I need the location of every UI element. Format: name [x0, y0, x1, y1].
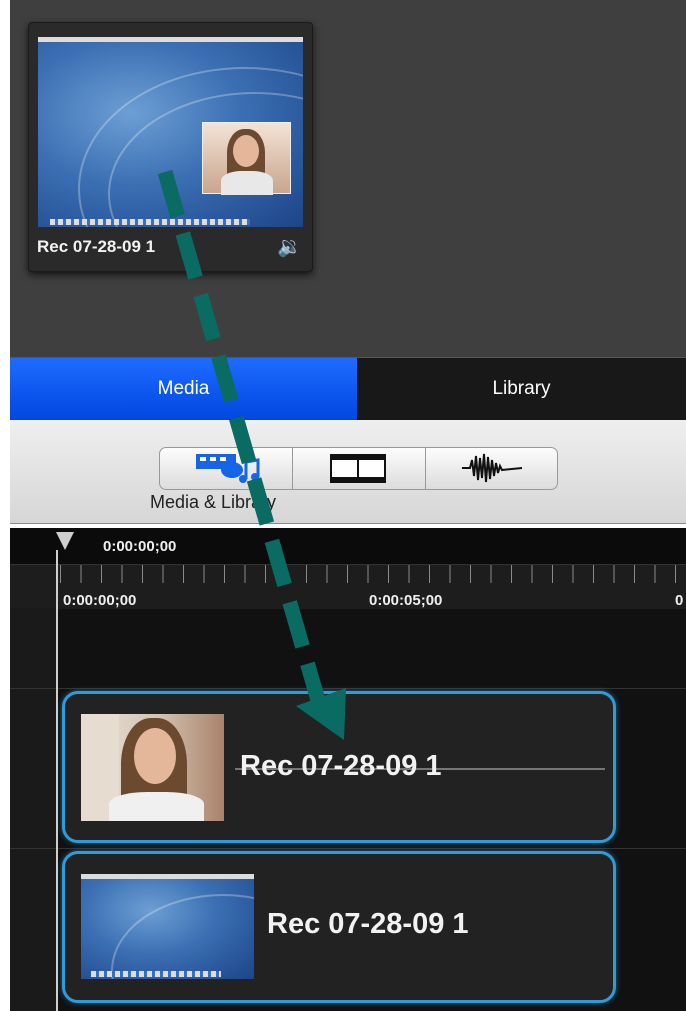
track-divider	[10, 688, 686, 689]
timeline-clip-screen[interactable]: Rec 07-28-09 1	[62, 851, 616, 1003]
menu-bar-preview	[81, 874, 254, 879]
ruler-label-5s: 0:00:05;00	[369, 592, 443, 609]
active-view-label: Media & Library	[150, 492, 277, 512]
clip-view-button[interactable]	[293, 448, 426, 489]
view-segmented-control	[159, 447, 558, 490]
ruler-label-start: 0:00:00;00	[63, 592, 137, 609]
face-shape	[233, 135, 259, 167]
shirt-shape	[221, 171, 273, 195]
app-window: Rec 07-28-09 1 🔉 Media Library Media & L…	[0, 0, 686, 1011]
timeline: 0:00:00;00 0:00:00;00 0:00:05;00 0 Rec 0…	[10, 528, 686, 1011]
track-header-2[interactable]	[10, 849, 57, 1011]
track-header-1[interactable]	[10, 689, 57, 848]
tab-library[interactable]: Library	[357, 358, 686, 420]
playhead-handle[interactable]	[56, 532, 74, 550]
media-library-icon	[196, 454, 260, 483]
film-strip-icon	[330, 454, 386, 483]
ruler-ticks	[60, 565, 686, 583]
camera-thumbnail	[81, 714, 224, 821]
tab-bar: Media Library	[10, 357, 686, 420]
playhead-time: 0:00:00;00	[103, 538, 177, 555]
clip-title: Rec 07-28-09 1	[37, 237, 156, 256]
menu-bar-preview	[38, 37, 303, 42]
shirt-shape	[109, 792, 204, 821]
time-ruler[interactable]: 0:00:00;00 0:00:00;00 0:00:05;00 0	[10, 528, 686, 609]
tab-media[interactable]: Media	[10, 358, 357, 420]
timeline-clip-camera[interactable]: Rec 07-28-09 1	[62, 691, 616, 843]
audio-view-button[interactable]	[426, 448, 557, 489]
ruler-label-10s: 0	[675, 592, 684, 609]
screen-thumbnail	[81, 874, 254, 979]
speaker-icon: 🔉	[277, 236, 302, 258]
playhead-line[interactable]	[56, 550, 58, 1011]
camera-pip	[202, 122, 291, 195]
track-header-empty[interactable]	[10, 608, 57, 688]
swoosh-shape	[111, 894, 254, 979]
media-library-button[interactable]	[160, 448, 293, 489]
clip-title: Rec 07-28-09 1	[240, 750, 442, 782]
dock-preview	[91, 971, 221, 977]
audio-waveform-icon	[462, 453, 523, 483]
clip-title: Rec 07-28-09 1	[267, 908, 469, 940]
screen-preview	[38, 37, 303, 227]
media-toolbar: Media & Library	[10, 420, 686, 524]
face-shape	[134, 728, 176, 784]
dock-preview	[50, 219, 250, 225]
track-divider	[10, 848, 686, 849]
media-clip-thumbnail[interactable]: Rec 07-28-09 1 🔉	[28, 22, 313, 272]
